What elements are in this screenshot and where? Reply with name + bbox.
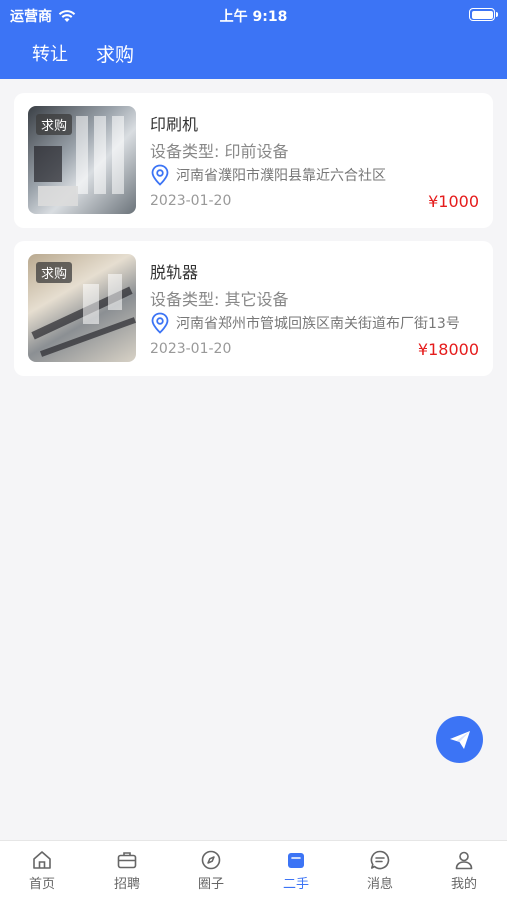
listing-date: 2023-01-20 bbox=[150, 341, 232, 357]
listing-type: 设备类型: 印前设备 bbox=[150, 142, 289, 161]
location-pin-icon bbox=[151, 164, 169, 186]
tabbar-label: 首页 bbox=[28, 877, 55, 892]
listing-location: 河南省郑州市管城回族区南关街道布厂街13号 bbox=[150, 312, 460, 334]
listing-location: 河南省濮阳市濮阳县靠近六合社区 bbox=[150, 164, 386, 186]
compass-icon bbox=[201, 850, 221, 870]
header-tabs: 转让 求购 bbox=[32, 40, 134, 67]
tabbar-label: 招聘 bbox=[113, 877, 140, 892]
listing-image-printing-machine: 求购 bbox=[28, 106, 136, 214]
bottom-tab-bar: 首页 招聘 圈子 二手 消息 我的 bbox=[0, 840, 507, 900]
listing-date: 2023-01-20 bbox=[150, 193, 232, 209]
tab-transfer[interactable]: 转让 bbox=[32, 40, 68, 67]
tabbar-item-jobs[interactable]: 招聘 bbox=[85, 849, 169, 892]
listing-title: 印刷机 bbox=[150, 115, 199, 134]
top-header: 运营商 上午 9:18 转让 求购 bbox=[0, 0, 507, 79]
listing-location-text: 河南省郑州市管城回族区南关街道布厂街13号 bbox=[176, 316, 460, 332]
bag-icon bbox=[288, 853, 304, 868]
tabbar-item-secondhand[interactable]: 二手 bbox=[254, 849, 338, 892]
listing-card[interactable]: 求购 印刷机 设备类型: 印前设备 河南省濮阳市濮阳县靠近六合社区 2023-0… bbox=[14, 93, 493, 228]
tabbar-label: 我的 bbox=[450, 877, 477, 892]
listing-type: 设备类型: 其它设备 bbox=[150, 290, 289, 309]
paper-plane-icon bbox=[449, 730, 470, 749]
publish-fab-button[interactable] bbox=[436, 716, 483, 763]
status-bar: 运营商 上午 9:18 bbox=[0, 0, 507, 30]
listing-card[interactable]: 求购 脱轨器 设备类型: 其它设备 河南省郑州市管城回族区南关街道布厂街13号 … bbox=[14, 241, 493, 376]
status-time: 上午 9:18 bbox=[219, 9, 288, 25]
tabbar-label: 圈子 bbox=[197, 877, 224, 892]
chat-icon bbox=[370, 850, 390, 870]
tabbar-label: 消息 bbox=[366, 877, 393, 892]
battery-icon bbox=[469, 8, 498, 21]
listing-location-text: 河南省濮阳市濮阳县靠近六合社区 bbox=[176, 168, 386, 184]
tab-wanted[interactable]: 求购 bbox=[96, 40, 134, 67]
listing-title: 脱轨器 bbox=[150, 263, 199, 282]
tabbar-item-messages[interactable]: 消息 bbox=[338, 849, 422, 892]
listing-image-derailer: 求购 bbox=[28, 254, 136, 362]
listing-badge: 求购 bbox=[36, 262, 73, 283]
tabbar-label: 二手 bbox=[282, 877, 309, 892]
listing-price: ¥1000 bbox=[428, 192, 479, 211]
home-icon bbox=[33, 851, 51, 869]
person-icon bbox=[455, 851, 473, 870]
briefcase-icon bbox=[117, 852, 137, 869]
listing-price: ¥18000 bbox=[417, 340, 479, 359]
listing-badge: 求购 bbox=[36, 114, 73, 135]
tabbar-item-mine[interactable]: 我的 bbox=[422, 849, 506, 892]
location-pin-icon bbox=[151, 312, 169, 334]
tabbar-item-home[interactable]: 首页 bbox=[0, 849, 84, 892]
tabbar-item-circle[interactable]: 圈子 bbox=[169, 849, 253, 892]
